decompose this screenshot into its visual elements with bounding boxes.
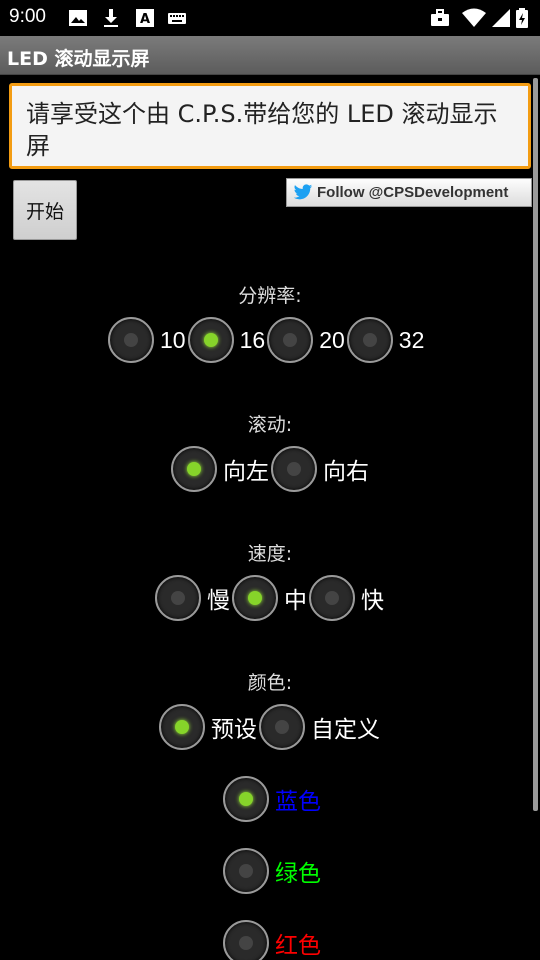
radio-button[interactable] — [108, 317, 154, 363]
status-time: 9:00 — [9, 6, 46, 27]
radio-indicator — [187, 462, 201, 476]
speed-option-label: 中 — [284, 587, 307, 613]
speed-option-medium[interactable]: 中 — [232, 575, 309, 621]
radio-indicator — [171, 591, 185, 605]
resolution-option-10[interactable]: 10 — [108, 317, 188, 363]
radio-indicator — [283, 333, 298, 347]
radio-button[interactable] — [159, 704, 205, 750]
scroll-group: 向左 向右 — [171, 446, 371, 492]
radio-button[interactable] — [267, 317, 314, 363]
preset-color-blue[interactable]: 蓝色 — [223, 776, 323, 822]
radio-button[interactable] — [155, 575, 201, 621]
radio-indicator — [239, 936, 253, 950]
follow-label: Follow @CPSDevelopment — [317, 184, 509, 201]
radio-button[interactable] — [271, 446, 317, 492]
color-option-custom[interactable]: 自定义 — [259, 704, 382, 750]
speed-label: 速度: — [247, 543, 293, 565]
preset-color-label: 红色 — [275, 932, 321, 958]
scrollbar[interactable] — [533, 78, 538, 811]
scroll-label: 滚动: — [247, 414, 293, 436]
image-icon — [69, 10, 87, 26]
radio-indicator — [175, 720, 189, 734]
twitter-follow-button[interactable]: Follow @CPSDevelopment — [286, 178, 532, 207]
resolution-option-label: 32 — [398, 326, 425, 353]
speed-group: 慢 中 快 — [155, 575, 386, 621]
wifi-icon — [462, 8, 486, 27]
resolution-option-label: 10 — [160, 326, 186, 353]
radio-button[interactable] — [309, 575, 355, 621]
radio-indicator — [239, 864, 253, 878]
radio-button[interactable] — [223, 848, 269, 894]
color-label: 颜色: — [247, 672, 293, 694]
status-bar: 9:00 A — [0, 0, 540, 36]
speed-option-label: 慢 — [207, 587, 230, 613]
resolution-option-32[interactable]: 32 — [346, 317, 427, 363]
scroll-option-left[interactable]: 向左 — [171, 446, 271, 492]
download-icon — [104, 9, 118, 27]
radio-indicator — [362, 333, 377, 347]
signal-icon — [492, 9, 510, 27]
preset-color-green[interactable]: 绿色 — [223, 848, 323, 894]
radio-indicator — [275, 720, 289, 734]
resolution-group: 10 16 20 32 — [108, 317, 426, 363]
resolution-label: 分辨率: — [238, 285, 302, 307]
radio-button[interactable] — [232, 575, 278, 621]
scroll-option-label: 向左 — [223, 458, 269, 484]
speed-option-label: 快 — [361, 587, 384, 613]
radio-indicator — [287, 462, 301, 476]
app-title: LED 滚动显示屏 — [7, 48, 150, 70]
resolution-option-16[interactable]: 16 — [187, 317, 268, 363]
radio-indicator — [124, 333, 138, 347]
radio-button[interactable] — [346, 317, 393, 363]
keyboard-icon — [168, 13, 186, 24]
radio-button[interactable] — [187, 317, 234, 363]
preset-color-label: 绿色 — [275, 860, 321, 886]
radio-button[interactable] — [223, 776, 269, 822]
color-option-label: 自定义 — [311, 716, 380, 742]
radio-button[interactable] — [259, 704, 305, 750]
radio-indicator — [248, 591, 262, 605]
scroll-option-label: 向右 — [323, 458, 369, 484]
radio-button[interactable] — [223, 920, 269, 960]
radio-indicator — [203, 333, 218, 347]
svg-text:A: A — [140, 12, 150, 27]
radio-indicator — [325, 591, 339, 605]
app-bar: LED 滚动显示屏 — [0, 36, 540, 75]
start-button[interactable]: 开始 — [13, 180, 77, 240]
battery-icon — [516, 8, 528, 28]
color-mode-group: 预设 自定义 — [159, 704, 382, 750]
briefcase-icon — [431, 9, 449, 26]
twitter-bird-icon — [293, 184, 313, 200]
color-option-preset[interactable]: 预设 — [159, 704, 259, 750]
radio-indicator — [239, 792, 253, 806]
preset-color-red[interactable]: 红色 — [223, 920, 323, 960]
resolution-option-label: 16 — [239, 326, 266, 353]
message-input[interactable]: 请享受这个由 C.P.S.带给您的 LED 滚动显示屏 — [9, 83, 531, 169]
resolution-option-label: 20 — [319, 326, 345, 353]
font-icon: A — [136, 9, 154, 27]
preset-color-label: 蓝色 — [275, 788, 321, 814]
radio-button[interactable] — [171, 446, 217, 492]
speed-option-fast[interactable]: 快 — [309, 575, 386, 621]
color-option-label: 预设 — [211, 716, 257, 742]
speed-option-slow[interactable]: 慢 — [155, 575, 232, 621]
resolution-option-20[interactable]: 20 — [267, 317, 347, 363]
scroll-option-right[interactable]: 向右 — [271, 446, 371, 492]
